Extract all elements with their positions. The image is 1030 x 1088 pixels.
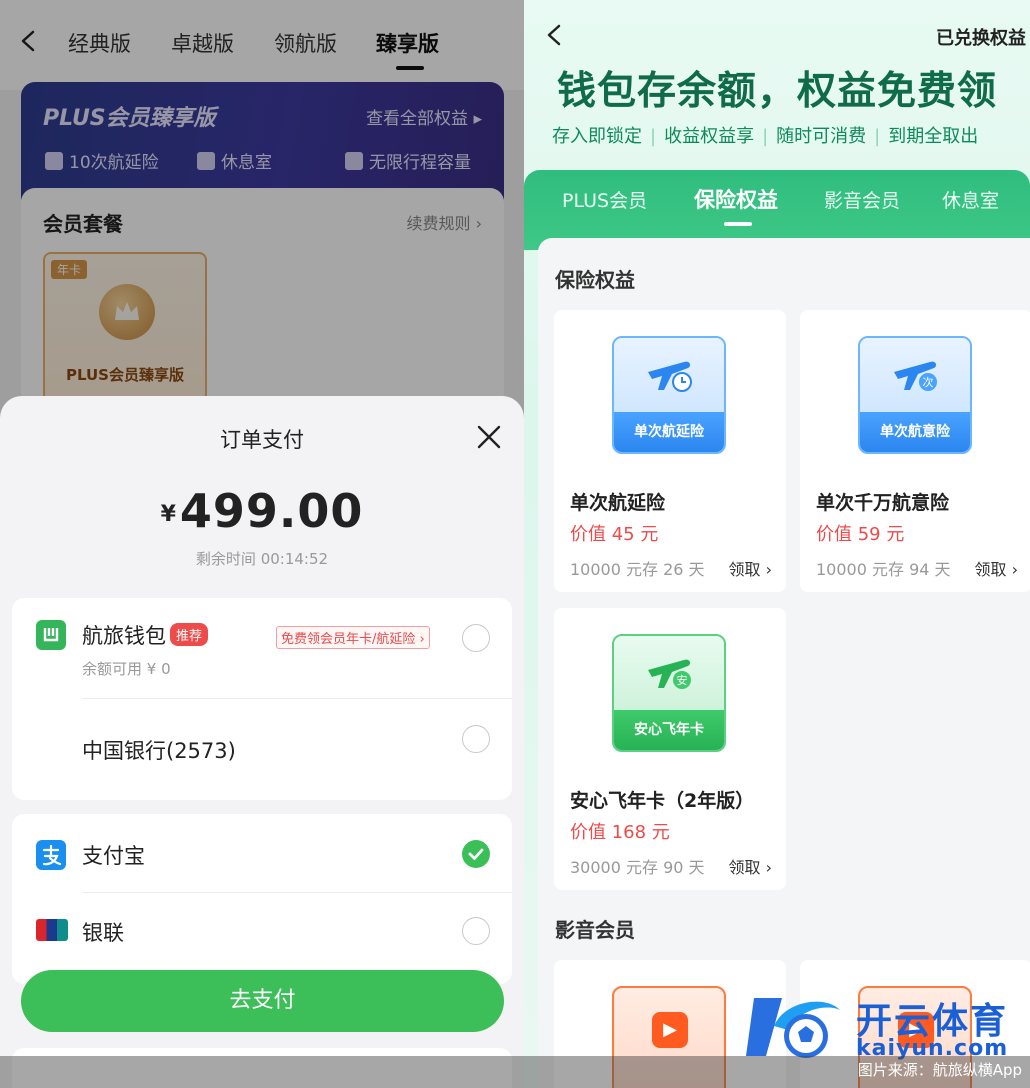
benefit-name: 单次航延险 (570, 492, 666, 514)
svg-text:安: 安 (677, 673, 688, 687)
insurance-card-accident[interactable]: 次 单次航意险 单次千万航意险 价值 59 元 10000 元存 94 天 领取… (800, 310, 1030, 592)
tab-media-member[interactable]: 影音会员 (824, 186, 900, 213)
benefit-value: 价值 168 元 (570, 822, 670, 843)
deposit-condition: 30000 元存 90 天 (570, 858, 705, 877)
plane-icon (648, 361, 692, 392)
radio-unionpay[interactable] (462, 917, 490, 945)
soccer-ball-icon (746, 998, 840, 1058)
claim-button[interactable]: 领取 › (975, 556, 1019, 580)
tab-lounge[interactable]: 休息室 (942, 186, 999, 213)
image-caption: 图片来源：航旅纵横App (857, 1061, 1022, 1079)
order-payment-screen: 经典版 卓越版 领航版 臻享版 PLUS会员臻享版 查看全部权益 ▸ 10次航延… (0, 0, 524, 1088)
radio-wallet[interactable] (462, 624, 490, 652)
tab-plus-member[interactable]: PLUS会员 (562, 186, 647, 213)
svg-text:次: 次 (923, 375, 934, 389)
wallet-bank-group: 航旅钱包 推荐 免费领会员年卡/航延险 › 余额可用 ¥ 0 中国银行(2573) (12, 598, 512, 800)
active-tab-indicator (724, 222, 752, 226)
close-icon[interactable] (476, 424, 502, 450)
pay-method-name: 银联 (82, 921, 124, 945)
pay-method-name: 中国银行(2573) (82, 739, 236, 763)
benefit-value: 价值 45 元 (570, 524, 659, 545)
insurance-card-delay[interactable]: 单次航延险 单次航延险 价值 45 元 10000 元存 26 天 领取 › (554, 310, 786, 592)
art-label: 安心飞年卡 (614, 710, 724, 750)
insurance-section-title: 保险权益 (555, 268, 635, 292)
watermark-logo: 开云体育 kaiyun.com (744, 986, 1030, 1066)
pay-method-wallet[interactable]: 航旅钱包 推荐 免费领会员年卡/航延险 › 余额可用 ¥ 0 (12, 598, 512, 698)
video-app-icon: ▶ (652, 1012, 688, 1048)
back-arrow-icon[interactable] (544, 24, 566, 46)
wallet-icon (36, 620, 66, 650)
sheet-title: 订单支付 (220, 428, 304, 452)
tab-insurance[interactable]: 保险权益 (694, 184, 778, 214)
insurance-art: 安 安心飞年卡 (612, 634, 726, 752)
wallet-balance: 余额可用 ¥ 0 (82, 660, 171, 678)
payment-sheet: 订单支付 ¥499.00 剩余时间 00:14:52 航旅钱包 推荐 免费领会员年… (0, 396, 524, 1088)
promo-link[interactable]: 免费领会员年卡/航延险 › (276, 626, 430, 649)
claim-button[interactable]: 领取 › (729, 556, 773, 580)
unionpay-icon (36, 919, 68, 941)
benefit-value: 价值 59 元 (816, 524, 905, 545)
plane-icon: 次 (894, 361, 937, 391)
insurance-card-annual[interactable]: 安 安心飞年卡 安心飞年卡（2年版） 价值 168 元 30000 元存 90 … (554, 608, 786, 890)
wallet-benefits-screen: 已兑换权益 钱包存余额，权益免费领 存入即锁定 | 收益权益享 | 随时可消费 | 到期全取… (524, 0, 1030, 1088)
insurance-art: 单次航延险 (612, 336, 726, 454)
recommended-badge: 推荐 (170, 623, 209, 646)
deposit-condition: 10000 元存 26 天 (570, 560, 705, 579)
promo-points: 存入即锁定 | 收益权益享 | 随时可消费 | 到期全取出 (552, 126, 979, 147)
promo-headline: 钱包存余额，权益免费领 (556, 69, 997, 114)
radio-alipay-checked[interactable] (462, 840, 490, 868)
currency-symbol: ¥ (160, 502, 176, 527)
insurance-art: 次 单次航意险 (858, 336, 972, 454)
art-label: 单次航延险 (614, 412, 724, 452)
plane-icon: 安 (648, 659, 691, 689)
remaining-time: 剩余时间 00:14:52 (195, 550, 329, 568)
third-party-group: 支付宝 银联 (12, 814, 512, 984)
benefits-panel: 保险权益 单次航延险 单次航延险 价值 45 元 10000 元存 26 天 领… (538, 238, 1030, 1088)
radio-boc[interactable] (462, 725, 490, 753)
redeemed-benefits-link[interactable]: 已兑换权益 (936, 24, 1026, 50)
payment-amount: ¥499.00 (0, 484, 524, 538)
pay-button[interactable]: 去支付 (21, 970, 504, 1032)
benefit-name: 安心飞年卡（2年版） (570, 790, 755, 812)
pay-method-boc[interactable]: 中国银行(2573) (12, 699, 512, 800)
deposit-condition: 10000 元存 94 天 (816, 560, 951, 579)
media-section-title: 影音会员 (555, 918, 635, 942)
pay-method-name: 航旅钱包 推荐 (82, 620, 209, 650)
pay-method-unionpay[interactable]: 银联 (12, 893, 512, 971)
art-label: 单次航意险 (860, 412, 970, 452)
pay-method-alipay[interactable]: 支付宝 (12, 814, 512, 892)
alipay-icon (36, 840, 66, 870)
amount-value: 499.00 (179, 484, 364, 538)
pay-method-name: 支付宝 (82, 844, 145, 868)
benefit-name: 单次千万航意险 (816, 492, 950, 514)
claim-button[interactable]: 领取 › (729, 854, 773, 878)
